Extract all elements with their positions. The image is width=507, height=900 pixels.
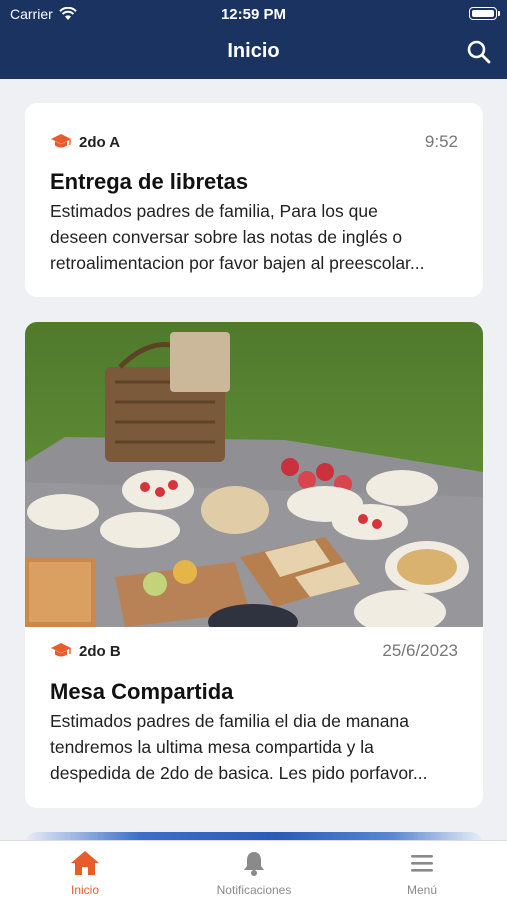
home-icon xyxy=(71,851,99,875)
tab-label: Inicio xyxy=(70,883,99,897)
graduation-cap-icon xyxy=(51,643,71,657)
post-time: 25/6/2023 xyxy=(382,641,458,660)
post-card[interactable]: 2do B 25/6/2023 Mesa Compartida Estimado… xyxy=(25,322,483,808)
post-grade: 2do B xyxy=(79,642,121,660)
bell-icon xyxy=(244,852,264,876)
post-body-line: Estimados padres de familia, Para los qu… xyxy=(50,201,378,221)
picnic-photo xyxy=(25,322,483,627)
menu-icon xyxy=(411,855,433,872)
post-title: Mesa Compartida xyxy=(50,679,234,704)
post-grade: 2do A xyxy=(79,133,121,151)
post-body-line: despedida de 2do de basica. Les pido por… xyxy=(50,763,428,783)
search-icon xyxy=(467,40,491,64)
graduation-cap-icon xyxy=(51,134,71,148)
post-body-line: tendremos la ultima mesa compartida y la xyxy=(50,737,374,757)
tab-inicio[interactable]: Inicio xyxy=(25,849,145,897)
post-title: Entrega de libretas xyxy=(50,169,249,194)
status-time: 12:59 PM xyxy=(220,6,287,23)
battery-icon xyxy=(469,7,500,20)
page-title: Inicio xyxy=(227,40,280,62)
post-body-line: deseen conversar sobre las notas de ingl… xyxy=(50,227,403,247)
status-bar: Carrier 12:59 PM xyxy=(0,0,507,28)
post-card[interactable]: 2do A 9:52 Entrega de libretas Estimados… xyxy=(25,103,483,297)
tab-label: Notificaciones xyxy=(216,883,292,897)
post-body-line: Estimados padres de familia el dia de ma… xyxy=(50,711,409,731)
post-body: Estimados padres de familia, Para los qu… xyxy=(50,198,463,276)
post-meta: 2do B 25/6/2023 xyxy=(50,639,458,663)
tab-menu[interactable]: Menú xyxy=(362,849,482,897)
tab-notificaciones[interactable]: Notificaciones xyxy=(194,849,314,897)
search-button[interactable] xyxy=(465,38,493,66)
app-header: Carrier 12:59 PM Inicio xyxy=(0,0,507,79)
post-body: Estimados padres de familia el dia de ma… xyxy=(50,708,463,786)
tab-label: Menú xyxy=(406,883,438,897)
post-body-line: retroalimentacion por favor bajen al pre… xyxy=(50,253,425,273)
tab-bar: Inicio Notificaciones Menú xyxy=(0,840,507,900)
post-meta: 2do A 9:52 xyxy=(50,130,458,154)
post-time: 9:52 xyxy=(424,132,458,151)
